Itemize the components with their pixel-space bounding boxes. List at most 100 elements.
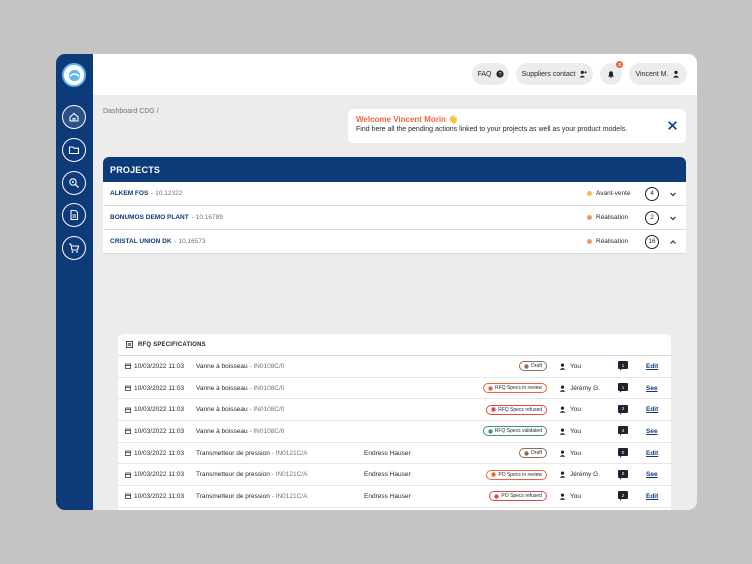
rfq-rows: 10/03/2022 11:03 Vanne à boisseau - IN010… (118, 356, 671, 508)
document-icon (70, 209, 79, 221)
row-item-name: Transmetteur de pression (196, 492, 270, 500)
project-name: ALKEM FOS (110, 190, 149, 197)
calendar-icon (125, 363, 131, 370)
row-user-name: You (570, 427, 581, 435)
project-code: - 10.16573 (174, 238, 206, 245)
rfq-header: RFQ SPECIFICATIONS (118, 334, 671, 356)
project-status-label: Réalisation (596, 214, 629, 221)
row-date: 10/03/2022 11:03 (125, 363, 184, 370)
status-dot (587, 191, 592, 196)
comment-count-icon[interactable]: 4 (618, 426, 628, 437)
row-user: Jérémy G. (559, 471, 600, 478)
row-user: You (559, 363, 581, 370)
comment-count-icon[interactable]: 1 (618, 383, 628, 394)
user-icon (673, 70, 680, 78)
status-badge: RFQ Specs validated (482, 426, 547, 437)
row-user-name: You (570, 492, 581, 500)
user-menu-button[interactable]: Vincent M. (629, 63, 687, 85)
faq-label: FAQ (477, 70, 492, 78)
project-row[interactable]: ALKEM FOS - 10.12322 Avant-vente 4 (103, 182, 686, 206)
chevron-down-icon[interactable] (669, 214, 677, 222)
row-date-text: 10/03/2022 11:03 (134, 427, 185, 435)
breadcrumb[interactable]: Dashboard CDG / (103, 108, 159, 115)
row-item-name: Vanne à boisseau (196, 362, 248, 370)
status-badge: PO Specs refused (489, 491, 547, 502)
row-date: 10/03/2022 11:03 (125, 428, 184, 435)
edit-link[interactable]: Edit (646, 406, 658, 413)
suppliers-contact-label: Suppliers contact (521, 70, 576, 78)
comment-count-icon[interactable]: 0 (618, 469, 628, 480)
comment-count-icon[interactable]: 2 (618, 491, 628, 502)
project-row[interactable]: CRISTAL UNION DK - 10.16573 Réalisation 16 (103, 230, 686, 254)
projects-title: PROJECTS (103, 157, 686, 182)
rfq-title: RFQ SPECIFICATIONS (138, 341, 206, 348)
status-icon (494, 494, 500, 499)
nav-search[interactable] (62, 171, 86, 195)
row-date-text: 10/03/2022 11:03 (134, 492, 185, 500)
table-row: 10/03/2022 11:03 Transmetteur de pression… (118, 464, 671, 487)
row-user: You (559, 406, 581, 413)
row-date-text: 10/03/2022 11:03 (134, 471, 185, 479)
nav-orders[interactable] (62, 236, 86, 260)
status-icon (491, 472, 497, 477)
chevron-up-icon[interactable] (669, 238, 677, 246)
comment-tail (620, 498, 622, 502)
status-icon (488, 429, 493, 434)
project-status-label: Avant-vente (596, 190, 631, 197)
row-user-name: Jérémy G. (570, 471, 600, 479)
row-item-ref: - IN0108C/0 (249, 427, 285, 435)
comment-count-icon[interactable]: 3 (618, 404, 628, 415)
nav-documents[interactable] (62, 203, 86, 227)
row-date-text: 10/03/2022 11:03 (134, 449, 185, 457)
user-icon (559, 471, 566, 479)
status-icon (488, 385, 493, 391)
row-supplier: Endress Hauser (364, 471, 411, 479)
row-user: Jérémy G. (559, 385, 600, 392)
edit-link[interactable]: Edit (646, 493, 658, 500)
project-name: CRISTAL UNION DK (110, 238, 172, 245)
nav-projects[interactable] (62, 138, 86, 162)
chevron-down-icon[interactable] (669, 190, 677, 198)
row-item: Vanne à boisseau - IN0108C/0 (196, 428, 284, 435)
edit-link[interactable]: Edit (646, 450, 658, 457)
status-dot (587, 239, 592, 244)
row-user: You (559, 428, 581, 435)
project-item-count: 2 (645, 210, 659, 225)
search-icon (69, 178, 79, 188)
row-user: You (559, 493, 581, 500)
row-user: You (559, 450, 581, 457)
calendar-icon (125, 407, 131, 413)
svg-text:?: ? (498, 72, 501, 78)
help-icon: ? (495, 70, 504, 78)
faq-button[interactable]: FAQ ? (472, 63, 509, 85)
see-link[interactable]: See (646, 471, 658, 478)
project-row[interactable]: BONUMOS DEMO PLANT - 10.16789 Réalisation 2 (103, 206, 686, 230)
edit-link[interactable]: Edit (646, 363, 658, 370)
notifications-button[interactable]: 2 (600, 61, 623, 85)
welcome-banner: Welcome Vincent Morin 👋 Find here all th… (348, 109, 686, 143)
nav-home[interactable] (62, 105, 86, 129)
comment-count-icon[interactable]: 1 (618, 361, 628, 372)
user-icon (559, 450, 566, 457)
calendar-icon (125, 450, 131, 456)
close-icon[interactable] (667, 120, 678, 131)
see-link[interactable]: See (646, 428, 658, 435)
user-icon (559, 406, 566, 414)
comment-tail (620, 390, 622, 394)
row-item-name: Transmetteur de pression (196, 449, 270, 457)
comment-tail (620, 411, 622, 415)
see-link[interactable]: See (646, 385, 658, 392)
user-add-icon (579, 70, 588, 78)
folder-icon (68, 146, 80, 155)
status-icon (524, 450, 529, 456)
list-icon (126, 341, 133, 348)
cart-icon (69, 243, 80, 253)
comment-count-icon[interactable]: 0 (618, 448, 628, 459)
row-item: Vanne à boisseau - IN0108C/0 (196, 363, 284, 370)
project-item-count: 4 (645, 186, 659, 201)
row-item: Vanne à boisseau - IN0108C/0 (196, 406, 284, 413)
table-row: 10/03/2022 11:03 Vanne à boisseau - IN010… (118, 399, 671, 422)
calendar-icon (125, 494, 131, 500)
logo[interactable] (62, 63, 86, 87)
suppliers-contact-button[interactable]: Suppliers contact (516, 63, 593, 85)
